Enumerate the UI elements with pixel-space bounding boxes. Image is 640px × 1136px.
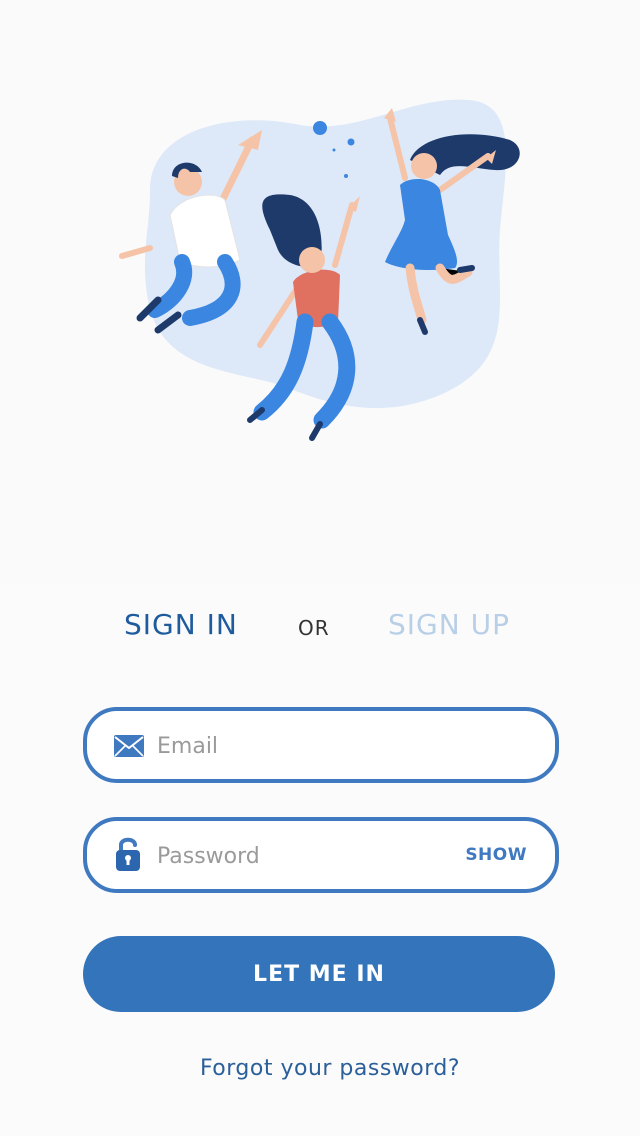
padlock-icon [113,835,145,871]
tab-sign-up[interactable]: SIGN UP [388,608,510,641]
tab-sign-in[interactable]: SIGN IN [124,608,238,641]
let-me-in-button[interactable]: LET ME IN [83,936,555,1012]
or-separator: OR [298,616,330,640]
auth-tabs: SIGN IN OR SIGN UP [0,608,640,648]
email-field[interactable] [83,707,559,783]
show-password-toggle[interactable]: SHOW [465,845,527,865]
password-input[interactable] [155,835,459,877]
hero-illustration [0,0,640,560]
envelope-icon [113,731,145,761]
jumping-people-illustration [119,99,520,441]
forgot-password-link[interactable]: Forgot your password? [0,1056,640,1081]
password-field[interactable]: SHOW [83,817,559,893]
email-input[interactable] [155,725,459,767]
